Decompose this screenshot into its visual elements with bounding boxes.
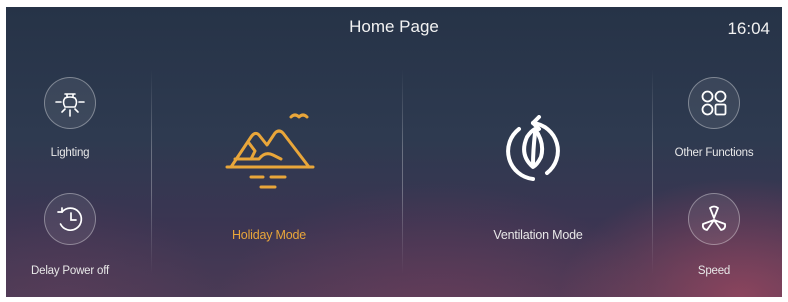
mountain-landscape-icon (225, 113, 315, 189)
leaf-cycle-icon (506, 115, 560, 181)
delay-power-off-label: Delay Power off (31, 265, 109, 277)
page-title: Home Page (349, 17, 439, 36)
bulb-icon (55, 93, 85, 117)
divider (652, 69, 653, 274)
divider (402, 69, 403, 274)
clock: 16:04 (727, 19, 770, 38)
ventilation-mode-button[interactable]: Ventilation Mode (411, 97, 651, 247)
lighting-icon-button[interactable] (44, 77, 96, 129)
other-functions-icon-button[interactable] (688, 77, 740, 129)
timer-icon (57, 207, 83, 231)
lighting-label: Lighting (50, 147, 90, 159)
delay-power-off-button[interactable]: Delay Power off (6, 193, 146, 293)
other-functions-button[interactable]: Other Functions (658, 77, 782, 177)
other-functions-label: Other Functions (674, 147, 754, 159)
fan-icon (701, 205, 727, 231)
grid-icon (701, 90, 727, 116)
ventilation-mode-label: Ventilation Mode (493, 228, 583, 242)
divider (151, 69, 152, 274)
lighting-button[interactable]: Lighting (6, 77, 146, 177)
home-screen: Home Page 16:04 Lighting Delay Power off… (6, 7, 782, 297)
holiday-mode-button[interactable]: Holiday Mode (161, 97, 401, 247)
speed-icon-button[interactable] (688, 193, 740, 245)
speed-button[interactable]: Speed (658, 193, 782, 293)
speed-label: Speed (697, 265, 731, 277)
delay-power-off-icon-button[interactable] (44, 193, 96, 245)
holiday-mode-label: Holiday Mode (231, 228, 307, 242)
